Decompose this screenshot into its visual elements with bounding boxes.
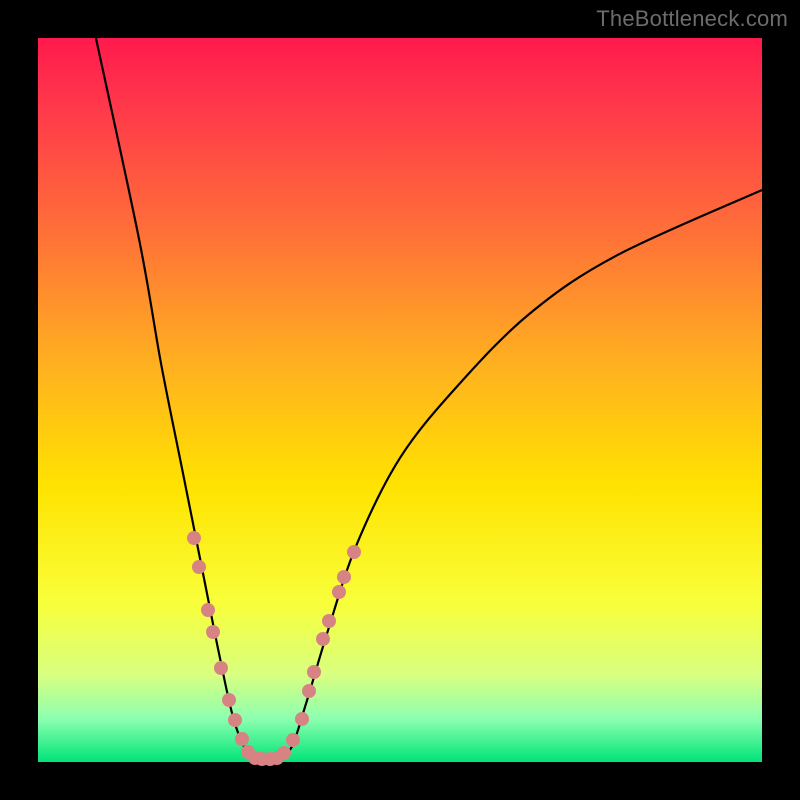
data-marker (228, 713, 242, 727)
data-marker (286, 733, 300, 747)
data-marker (302, 684, 316, 698)
data-marker (347, 545, 361, 559)
data-marker (201, 603, 215, 617)
data-marker (322, 614, 336, 628)
data-marker (295, 712, 309, 726)
data-marker (235, 732, 249, 746)
data-marker (214, 661, 228, 675)
data-marker (222, 693, 236, 707)
data-marker (307, 665, 321, 679)
bottleneck-curve (96, 38, 762, 760)
data-marker (316, 632, 330, 646)
data-marker (337, 570, 351, 584)
curve-layer (38, 38, 762, 762)
data-marker (332, 585, 346, 599)
data-marker (187, 531, 201, 545)
data-marker (206, 625, 220, 639)
watermark-text: TheBottleneck.com (596, 6, 788, 32)
data-marker (277, 746, 291, 760)
data-marker (192, 560, 206, 574)
